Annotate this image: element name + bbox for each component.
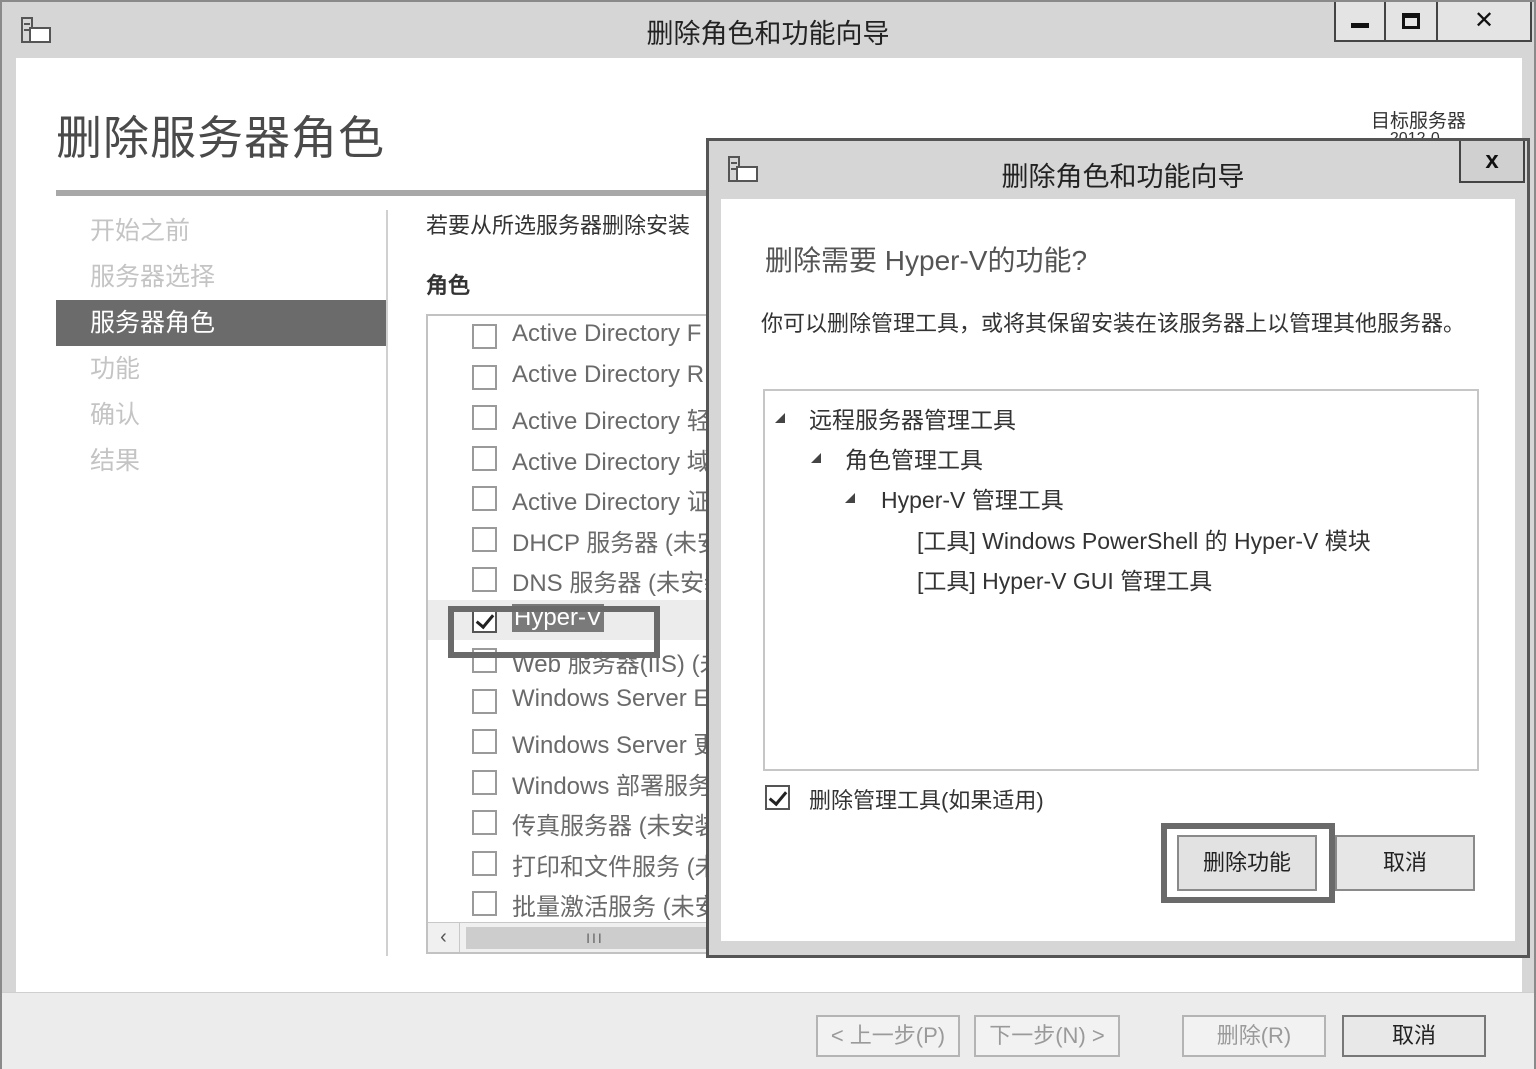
role-row[interactable]: Windows Server 更	[428, 721, 724, 762]
role-row[interactable]: 传真服务器 (未安装	[428, 802, 724, 843]
role-label: Active Directory 域	[512, 448, 711, 476]
role-label: DNS 服务器 (未安装	[512, 570, 726, 597]
role-label: Active Directory F	[512, 320, 702, 347]
tree-node-rsat[interactable]: 远程服务器管理工具	[809, 401, 1016, 435]
role-label: 打印和文件服务 (未	[512, 853, 719, 881]
close-button[interactable]: ✕	[1438, 2, 1532, 42]
role-label: Windows Server E	[512, 684, 710, 712]
role-label: 传真服务器 (未安装	[512, 813, 719, 840]
role-row[interactable]: 打印和文件服务 (未	[428, 843, 724, 884]
tree-node-gui-tools[interactable]: [工具] Hyper-V GUI 管理工具	[917, 562, 1212, 596]
instruction-text: 若要从所选服务器删除安装	[426, 213, 691, 238]
role-label: DHCP 服务器 (未安	[512, 529, 721, 557]
dialog-body: 删除需要 Hyper-V的功能? 你可以删除管理工具，或将其保留安装在该服务器上…	[721, 199, 1515, 941]
nav-item-before-you-begin[interactable]: 开始之前	[56, 208, 386, 254]
role-row[interactable]: Active Directory 域	[428, 438, 724, 479]
role-label: Windows 部署服务	[512, 772, 713, 800]
role-row[interactable]: Windows 部署服务	[428, 762, 724, 803]
dialog-heading: 删除需要 Hyper-V的功能?	[765, 245, 1088, 276]
roles-heading: 角色	[426, 273, 471, 298]
role-checkbox[interactable]	[472, 526, 497, 552]
remove-tools-label: 删除管理工具(如果适用)	[809, 788, 1044, 813]
title-bar: 删除角色和功能向导 ✕	[2, 2, 1534, 58]
close-icon: ✕	[1473, 7, 1495, 34]
dialog-close-button[interactable]: x	[1459, 141, 1525, 183]
next-button[interactable]: 下一步(N) >	[974, 1015, 1120, 1057]
tree-node-powershell-module[interactable]: [工具] Windows PowerShell 的 Hyper-V 模块	[917, 522, 1371, 556]
role-label: Windows Server 更	[512, 732, 718, 759]
role-row[interactable]: Active Directory R	[428, 357, 724, 398]
role-checkbox[interactable]	[472, 810, 497, 835]
role-checkbox[interactable]	[472, 688, 497, 714]
expand-triangle-icon[interactable]	[845, 493, 855, 503]
dialog-title-bar: 删除角色和功能向导 x	[709, 141, 1527, 199]
dialog-cancel-button[interactable]: 取消	[1335, 835, 1475, 891]
close-icon: x	[1485, 147, 1499, 174]
role-label: Active Directory R	[512, 360, 705, 388]
features-tree: 远程服务器管理工具 角色管理工具 Hyper-V 管理工具 [工具] Windo…	[763, 389, 1479, 771]
role-row[interactable]: Active Directory F	[428, 316, 724, 357]
role-row[interactable]: DNS 服务器 (未安装	[428, 559, 724, 600]
role-row[interactable]: DHCP 服务器 (未安	[428, 519, 724, 560]
remove-button-highlight-frame	[1161, 823, 1335, 903]
wizard-nav: 开始之前 服务器选择 服务器角色 功能 确认 结果	[56, 208, 386, 484]
role-label: Active Directory 轻	[512, 408, 711, 435]
nav-divider	[386, 210, 388, 956]
nav-item-features[interactable]: 功能	[56, 346, 386, 392]
expand-triangle-icon[interactable]	[811, 453, 821, 463]
title-divider	[56, 190, 716, 196]
role-checkbox[interactable]	[472, 324, 497, 349]
page-title: 删除服务器角色	[56, 112, 385, 164]
remove-button[interactable]: 删除(R)	[1182, 1015, 1326, 1057]
role-checkbox[interactable]	[472, 486, 497, 511]
previous-button[interactable]: < 上一步(P)	[816, 1015, 960, 1057]
role-checkbox[interactable]	[472, 769, 497, 795]
dialog-description: 你可以删除管理工具，或将其保留安装在该服务器上以管理其他服务器。	[761, 311, 1466, 336]
role-checkbox[interactable]	[472, 729, 497, 754]
nav-item-confirmation[interactable]: 确认	[56, 392, 386, 438]
role-row[interactable]: Active Directory 证	[428, 478, 724, 519]
nav-item-server-selection[interactable]: 服务器选择	[56, 254, 386, 300]
dialog-title: 删除角色和功能向导	[1001, 162, 1245, 192]
tree-node-role-admin-tools[interactable]: 角色管理工具	[845, 441, 983, 475]
cancel-button[interactable]: 取消	[1342, 1015, 1486, 1057]
role-checkbox[interactable]	[472, 567, 497, 592]
window-title: 删除角色和功能向导	[646, 19, 890, 49]
nav-item-results[interactable]: 结果	[56, 438, 386, 484]
scroll-left-icon[interactable]: ‹	[428, 923, 460, 952]
role-row[interactable]: Windows Server E	[428, 681, 724, 722]
minimize-button[interactable]	[1334, 2, 1386, 42]
role-checkbox[interactable]	[472, 405, 497, 430]
role-row[interactable]: 批量激活服务 (未安	[428, 883, 724, 924]
expand-triangle-icon[interactable]	[775, 413, 785, 423]
target-server-label: 目标服务器	[1371, 111, 1467, 132]
tree-node-hyper-v-tools[interactable]: Hyper-V 管理工具	[881, 481, 1064, 515]
wizard-footer: < 上一步(P) 下一步(N) > 删除(R) 取消	[2, 992, 1534, 1069]
nav-item-server-roles[interactable]: 服务器角色	[56, 300, 386, 346]
role-checkbox[interactable]	[472, 364, 497, 390]
role-label: Active Directory 证	[512, 489, 711, 516]
scroll-thumb[interactable]: III	[466, 927, 724, 949]
horizontal-scrollbar[interactable]: ‹ III	[428, 922, 724, 952]
role-checkbox[interactable]	[472, 445, 497, 471]
remove-tools-checkbox[interactable]	[765, 785, 790, 810]
role-label: 批量激活服务 (未安	[512, 894, 719, 921]
minimize-icon	[1351, 23, 1369, 28]
maximize-icon	[1402, 13, 1420, 29]
role-checkbox[interactable]	[472, 850, 497, 876]
remove-features-dialog: 删除角色和功能向导 x 删除需要 Hyper-V的功能? 你可以删除管理工具，或…	[706, 138, 1530, 958]
role-checkbox[interactable]	[472, 891, 497, 916]
role-row[interactable]: Active Directory 轻	[428, 397, 724, 438]
hyper-v-highlight-frame	[448, 606, 660, 658]
maximize-button[interactable]	[1386, 2, 1438, 42]
